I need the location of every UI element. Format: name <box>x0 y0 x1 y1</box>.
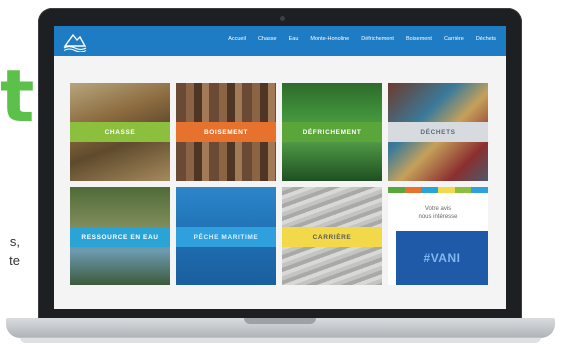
tile-peche-maritime[interactable]: PÊCHE MARITIME <box>176 187 276 285</box>
promo-panel: Votre avis nous intéresse #VANI <box>388 187 488 285</box>
stripe-segment <box>421 187 439 193</box>
tile-label: CARRIÈRE <box>282 227 382 247</box>
tile-defrichement[interactable]: DÉFRICHEMENT <box>282 83 382 181</box>
laptop-shadow <box>20 337 541 343</box>
vote-line-1: Votre avis <box>424 206 452 212</box>
tile-carriere[interactable]: CARRIÈRE <box>282 187 382 285</box>
tile-label: DÉCHETS <box>388 122 488 142</box>
tile-label: DÉFRICHEMENT <box>282 122 382 142</box>
background-text-line-1: s, <box>9 234 20 249</box>
stripe-segment <box>454 187 472 193</box>
webcam <box>280 16 285 21</box>
background-headline-fragment: t <box>0 54 35 138</box>
vote-line-2: nous intéresse <box>418 214 458 220</box>
tile-label: PÊCHE MARITIME <box>176 227 276 247</box>
tile-grid: CHASSE BOISEMENT DÉFRICHEMENT DÉCHETS RE… <box>54 56 506 309</box>
main-nav: Accueil Chasse Eau Monte-Honoline Défric… <box>222 36 502 42</box>
laptop-screen: Accueil Chasse Eau Monte-Honoline Défric… <box>54 26 506 309</box>
nav-item-carriere[interactable]: Carrière <box>438 36 470 42</box>
vani-banner[interactable]: #VANI <box>396 231 488 285</box>
nav-item-monte-honoline[interactable]: Monte-Honoline <box>304 36 355 42</box>
laptop-mockup: t s, te Accueil Chasse Eau Monte-Honolin… <box>0 0 561 352</box>
tile-chasse[interactable]: CHASSE <box>70 83 170 181</box>
stripe-segment <box>404 187 422 193</box>
background-text-line-2: te <box>9 253 20 268</box>
nav-item-accueil[interactable]: Accueil <box>222 36 252 42</box>
nav-item-chasse[interactable]: Chasse <box>252 36 283 42</box>
stripe-segment <box>438 187 455 193</box>
nav-item-dechets[interactable]: Déchets <box>470 36 502 42</box>
color-stripe <box>388 187 488 193</box>
tile-dechets[interactable]: DÉCHETS <box>388 83 488 181</box>
nav-item-boisement[interactable]: Boisement <box>400 36 438 42</box>
stripe-segment <box>471 187 488 193</box>
tile-ressource-en-eau[interactable]: RESSOURCE EN EAU <box>70 187 170 285</box>
tile-label: BOISEMENT <box>176 122 276 142</box>
nav-item-defrichement[interactable]: Défrichement <box>355 36 400 42</box>
site-header: Accueil Chasse Eau Monte-Honoline Défric… <box>54 26 506 56</box>
tile-label: CHASSE <box>70 122 170 142</box>
tile-boisement[interactable]: BOISEMENT <box>176 83 276 181</box>
laptop-notch <box>244 318 316 324</box>
vote-text[interactable]: Votre avis nous intéresse <box>388 205 488 221</box>
stripe-segment <box>388 187 405 193</box>
nav-item-eau[interactable]: Eau <box>283 36 305 42</box>
tile-label: RESSOURCE EN EAU <box>70 227 170 247</box>
background-text-fragment: s, te <box>0 232 20 270</box>
mountain-wave-logo-icon[interactable] <box>62 30 88 52</box>
